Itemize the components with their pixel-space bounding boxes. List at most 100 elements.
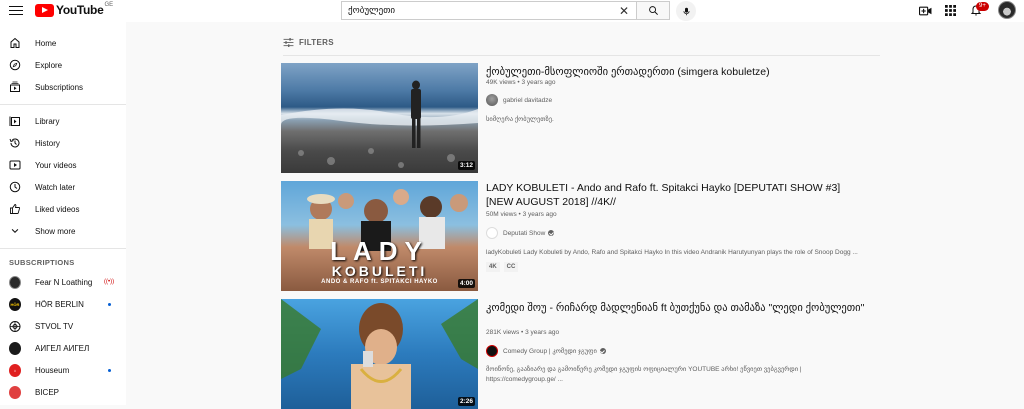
thumbnail-scene [281,80,478,168]
sidebar-item-watch-later[interactable]: Watch later [0,176,126,198]
search-button[interactable] [637,1,670,20]
channel-avatar [9,385,21,399]
account-avatar[interactable] [998,1,1016,19]
channel-name: Comedy Group | კომედი ჯგუფი [503,348,597,355]
clock-icon [9,181,21,193]
top-bar: YouTube GE ✕ 9+ [0,0,1024,22]
verified-icon [599,348,606,354]
your-videos-icon [9,159,21,171]
video-result[interactable]: 3:12 ქობულეთი-მსოფლიოში ერთადერთი (simge… [281,63,881,175]
view-count: 50M views [486,211,517,218]
channel-avatar: HÖR [9,297,21,311]
channel-avatar [486,345,498,357]
view-count: 281K views [486,329,520,336]
video-badges: 4K CC [486,262,522,272]
upload-age: 3 years ago [525,329,560,336]
video-description: მოიწონე, გააზიარე და გამოიწერე კომედი ჯგ… [486,366,802,383]
sidebar-item-label: History [35,138,60,148]
history-icon [9,137,21,149]
sidebar-item-history[interactable]: History [0,132,126,154]
sidebar-divider [0,104,126,105]
sidebar-item-label: Your videos [35,160,77,170]
video-meta: 49K views • 3 years ago [486,79,556,86]
menu-icon[interactable] [9,3,23,17]
sidebar-divider [0,248,126,249]
sidebar-item-library[interactable]: Library [0,110,126,132]
video-description: ladyKobuleti Lady Kobuleti by Ando, Rafo… [486,249,858,256]
video-thumbnail[interactable]: 2:26 [281,299,478,409]
thumb-up-icon [9,203,21,215]
sidebar-subscription-aigel[interactable]: АИГЕЛ АИГЕЛ [0,337,126,359]
compass-icon [9,59,21,71]
subscription-label: АИГЕЛ АИГЕЛ [35,343,90,353]
sidebar-item-label: Show more [35,226,76,236]
channel-link[interactable]: gabriel davitadze [486,94,552,106]
sidebar-item-your-videos[interactable]: Your videos [0,154,126,176]
sidebar-subscription-stvol-tv[interactable]: STVOL TV [0,315,126,337]
sidebar-subscription-bicep[interactable]: BICEP [0,381,126,403]
sidebar-item-explore[interactable]: Explore [0,54,126,76]
chevron-down-icon [9,225,21,237]
search-input[interactable] [342,2,616,19]
video-duration: 4:00 [457,279,475,288]
channel-link[interactable]: Deputati Show [486,227,555,239]
logo-text: YouTube [56,3,104,17]
video-result[interactable]: 2:26 კომედი შოუ - რიჩარდ მადლენიან ft ბუ… [281,299,881,409]
video-title[interactable]: ქობულეთი-მსოფლიოში ერთადერთი (simgera ko… [486,65,866,79]
subscription-label: Fear N Loathing [35,277,93,287]
thumbnail-scene [281,299,478,409]
logo-country-code: GE [104,2,114,8]
notification-badge: 9+ [976,2,989,11]
thumbnail-text-kobuleti: KOBULETI [331,263,428,279]
channel-avatar [9,320,21,332]
apps-grid-icon [945,5,956,16]
subscription-label: BICEP [35,387,60,397]
sidebar-item-label: Subscriptions [35,82,84,92]
view-count: 49K views [486,79,516,86]
video-meta: 281K views • 3 years ago [486,329,560,336]
upload-age: 3 years ago [522,211,557,218]
sidebar-item-subscriptions[interactable]: Subscriptions [0,76,126,98]
sidebar-item-liked-videos[interactable]: Liked videos [0,198,126,220]
live-icon: ((•)) [104,279,115,285]
subscriptions-heading: SUBSCRIPTIONS [9,258,75,267]
video-duration: 3:12 [457,161,475,170]
sidebar-item-label: Liked videos [35,204,80,214]
new-content-dot [108,368,111,372]
video-thumbnail[interactable]: 3:12 [281,63,478,173]
youtube-play-icon [35,3,54,17]
video-title[interactable]: LADY KOBULETI - Ando and Rafo ft. Spitak… [486,181,866,209]
search-icon [648,6,658,15]
apps-button[interactable] [943,3,958,18]
channel-name: gabriel davitadze [503,96,553,104]
channel-avatar [486,227,498,239]
badge-cc: CC [503,262,519,272]
channel-avatar: ⌂ [9,363,21,377]
sidebar-subscription-hor-berlin[interactable]: HÖR HÖR BERLIN [0,293,126,315]
microphone-icon [683,7,689,15]
upload-age: 3 years ago [521,79,556,86]
clear-search-icon[interactable]: ✕ [616,4,632,18]
sidebar-item-label: Watch later [35,182,76,192]
video-result[interactable]: LADY KOBULETI ANDO & RAFO ft. SPITAKCI H… [281,181,881,293]
sidebar-item-label: Explore [35,60,63,70]
voice-search-button[interactable] [676,1,696,21]
sidebar-item-show-more[interactable]: Show more [0,220,126,242]
filters-button[interactable]: FILTERS [283,38,334,47]
verified-icon [548,230,555,236]
home-icon [9,37,21,49]
video-thumbnail[interactable]: LADY KOBULETI ANDO & RAFO ft. SPITAKCI H… [281,181,478,291]
youtube-logo[interactable]: YouTube GE [35,2,114,17]
subscription-label: STVOL TV [35,321,74,331]
channel-link[interactable]: Comedy Group | კომედი ჯგუფი [486,345,606,357]
sidebar-subscription-houseum[interactable]: ⌂ Houseum [0,359,126,381]
create-video-button[interactable] [918,3,933,18]
search-box: ✕ [341,1,637,20]
channel-avatar [9,275,21,289]
subscription-label: Houseum [35,365,70,375]
sidebar-subscription-fear-n-loathing[interactable]: Fear N Loathing ((•)) [0,271,126,293]
sidebar-item-home[interactable]: Home [0,32,126,54]
sidebar-item-label: Home [35,38,57,48]
channel-avatar [486,94,498,106]
video-title[interactable]: კომედი შოუ - რიჩარდ მადლენიან ft ბუთქუნა… [486,301,866,315]
